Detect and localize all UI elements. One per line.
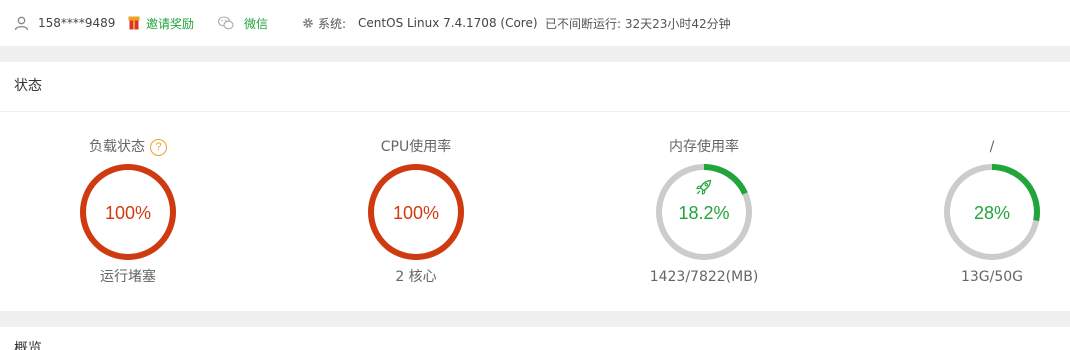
gauge-disk-root[interactable]: / 28% 13G/50G bbox=[892, 124, 1070, 304]
overview-panel-title: 概览 bbox=[14, 341, 42, 350]
gear-icon bbox=[303, 18, 313, 28]
invite-reward-link[interactable]: 邀请奖励 bbox=[128, 0, 194, 46]
gauge-subtitle: 2 核心 bbox=[395, 269, 437, 285]
gauge-cpu[interactable]: CPU使用率 100% 2 核心 bbox=[316, 124, 516, 304]
gauge-value: 100% bbox=[392, 203, 440, 223]
overview-panel: 概览 bbox=[0, 327, 1070, 350]
system-os: CentOS Linux 7.4.1708 (Core) bbox=[358, 16, 538, 30]
question-icon[interactable]: ? bbox=[150, 138, 167, 156]
gauge-value: 100% bbox=[104, 203, 152, 223]
gauge-title: 内存使用率 bbox=[669, 139, 739, 155]
gift-icon bbox=[128, 16, 140, 30]
gauge-subtitle: 运行堵塞 bbox=[100, 269, 156, 285]
gauge-title-label: 负载状态 bbox=[89, 139, 145, 155]
gauge-title: 负载状态 ? bbox=[28, 138, 228, 156]
invite-reward-label: 邀请奖励 bbox=[146, 16, 195, 31]
wechat-label: 微信 bbox=[244, 16, 269, 31]
wechat-icon bbox=[218, 16, 234, 30]
gauge-value: 28% bbox=[973, 203, 1011, 223]
user-account: 158****9489 bbox=[38, 16, 116, 30]
gauge-memory[interactable]: 内存使用率 18.2% 1423/7822(MB) bbox=[604, 124, 804, 304]
gauge-title: CPU使用率 bbox=[380, 139, 452, 155]
wechat-link[interactable]: 微信 bbox=[218, 0, 268, 46]
gauge-subtitle: 13G/50G bbox=[960, 269, 1024, 285]
gauge-subtitle: 1423/7822(MB) bbox=[649, 269, 759, 285]
panel-divider bbox=[0, 111, 1070, 112]
status-panel-title: 状态 bbox=[14, 78, 42, 94]
gauge-title: / bbox=[989, 139, 995, 155]
gauge-value: 18.2% bbox=[678, 203, 730, 223]
system-label: 系统: bbox=[318, 16, 347, 31]
system-info: 系统: CentOS Linux 7.4.1708 (Core) bbox=[302, 0, 538, 46]
gauge-load[interactable]: 负载状态 ? 100% 运行堵塞 bbox=[28, 124, 228, 304]
status-panel: 状态 负载状态 ? 100% 运行堵塞 CPU使用率 100% 2 核心 内存使… bbox=[0, 62, 1070, 311]
top-info-bar: 158****9489 邀请奖励 微信 系统: CentOS Linux 7.4… bbox=[0, 0, 1070, 46]
rocket-icon[interactable] bbox=[695, 178, 713, 196]
user-icon bbox=[14, 0, 29, 46]
uptime-text: 已不间断运行: 32天23小时42分钟 bbox=[545, 16, 731, 31]
